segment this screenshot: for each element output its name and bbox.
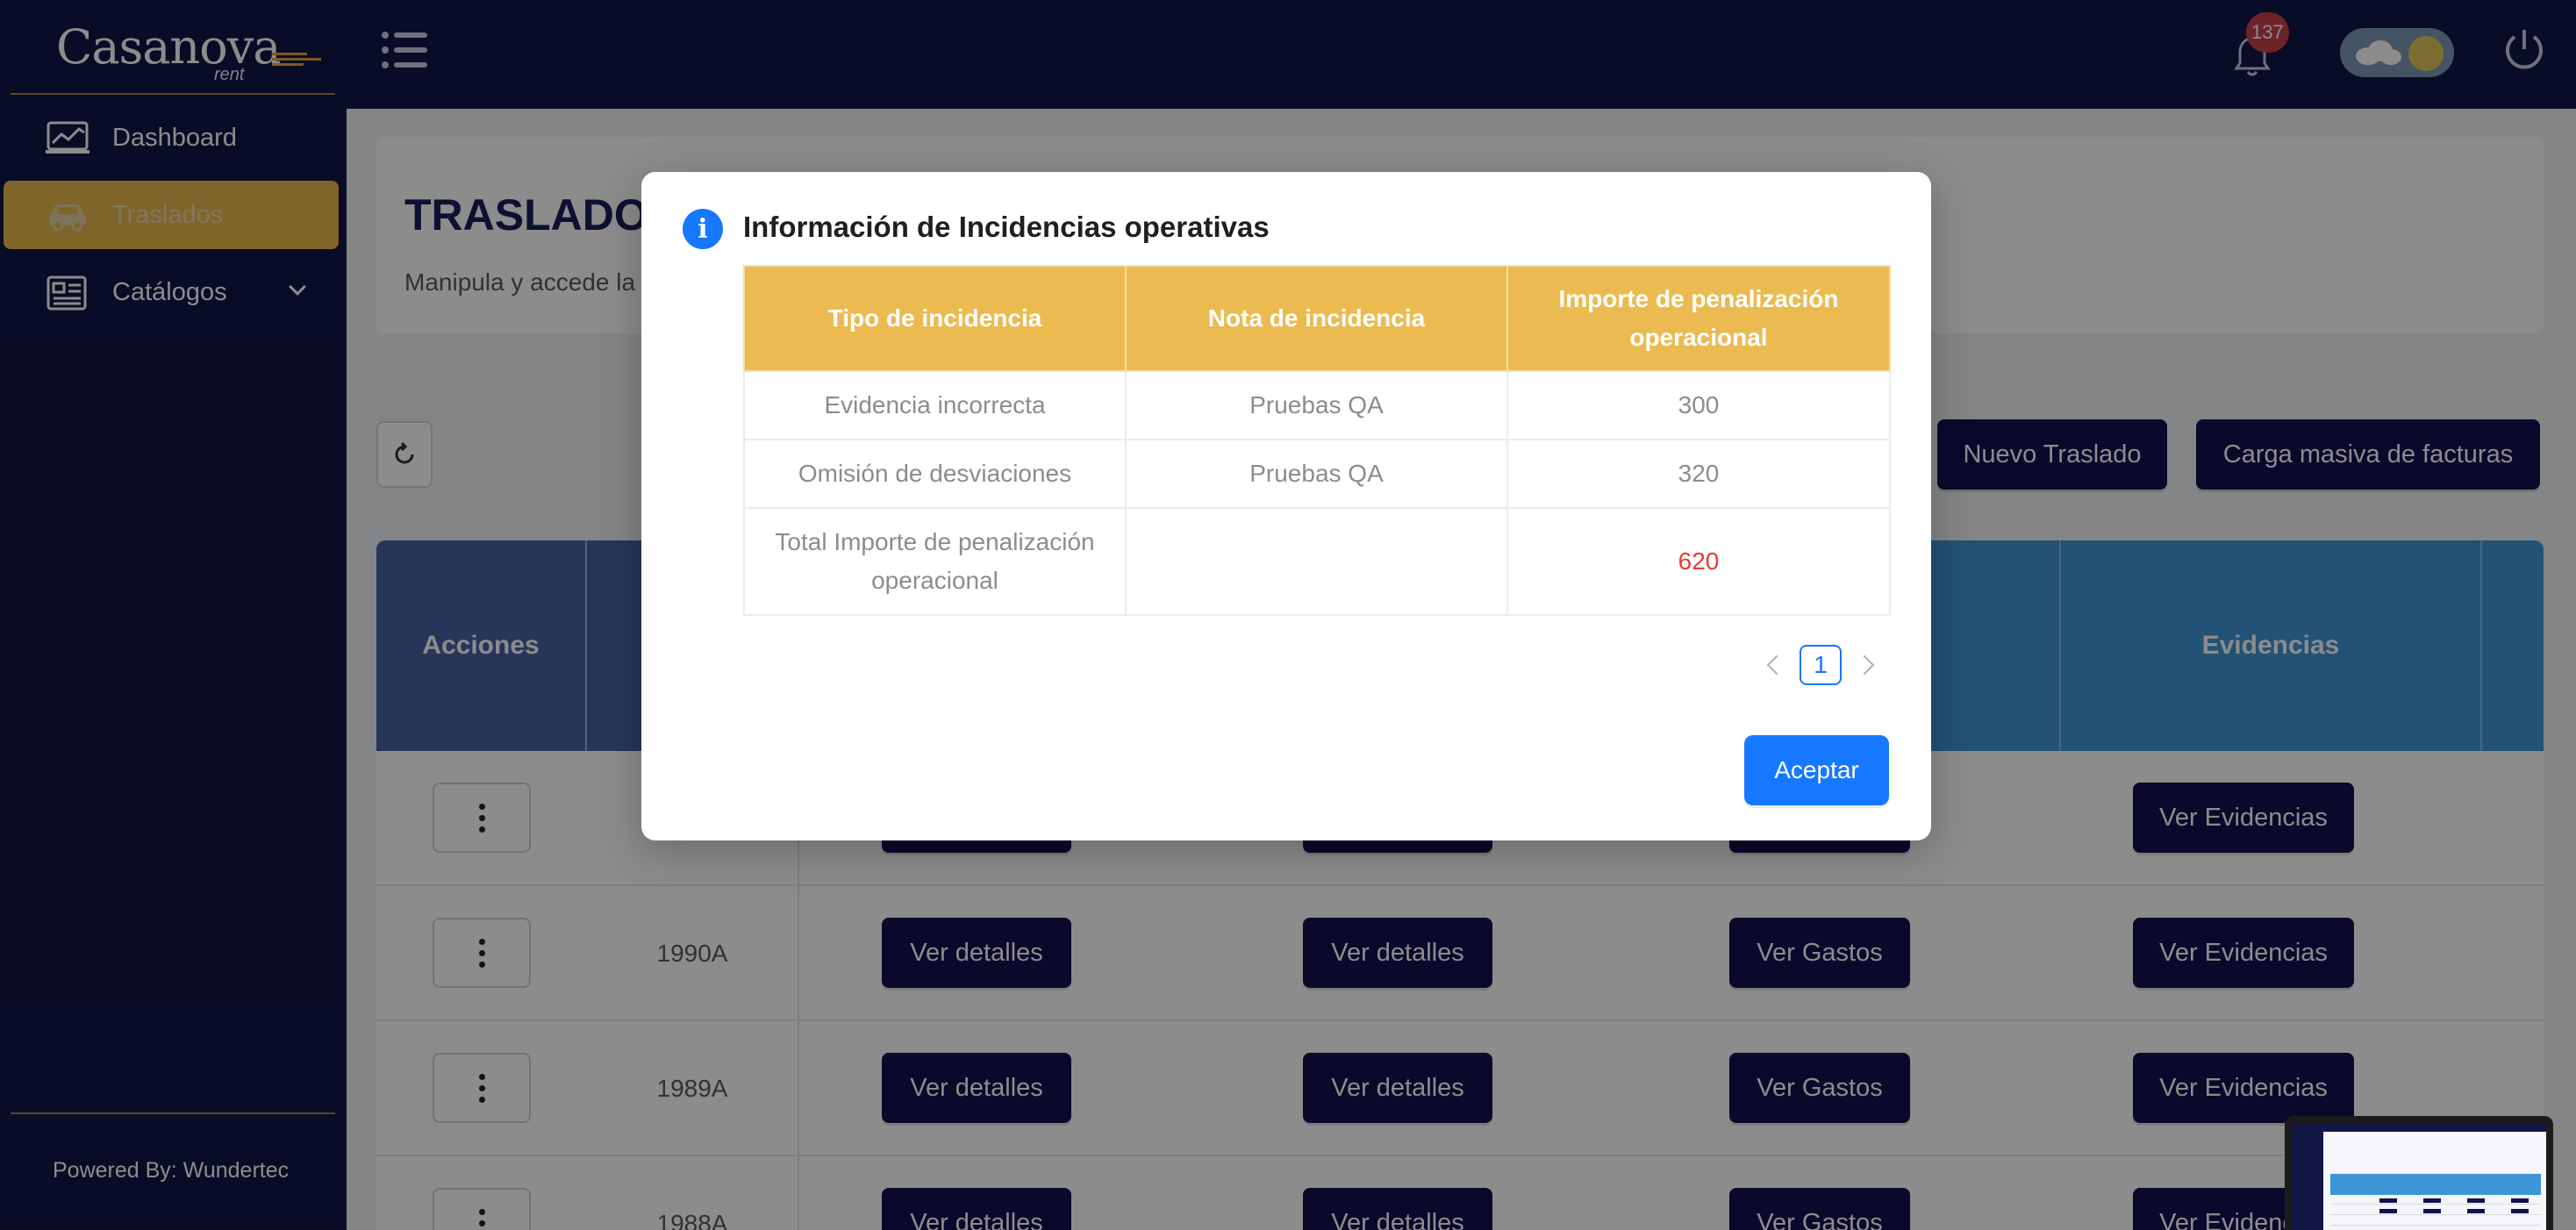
incident-type: Evidencia incorrecta — [743, 370, 1127, 440]
incident-note: Pruebas QA — [1125, 370, 1508, 440]
column-header-incident-note: Nota de incidencia — [1125, 265, 1508, 372]
column-header-incident-type: Tipo de incidencia — [743, 265, 1127, 372]
incident-note: Pruebas QA — [1125, 439, 1508, 509]
incident-type: Omisión de desviaciones — [743, 439, 1127, 509]
pagination: 1 — [1766, 644, 1875, 686]
incidents-modal: i Información de Incidencias operativas … — [641, 172, 1931, 840]
chevron-right-icon[interactable] — [1854, 654, 1875, 676]
total-label: Total Importe de penalización operaciona… — [743, 507, 1127, 616]
incident-row: Omisión de desviaciones Pruebas QA 320 — [743, 439, 1891, 509]
total-note — [1125, 507, 1508, 616]
info-icon: i — [683, 209, 723, 249]
total-penalty-amount: 620 — [1506, 507, 1891, 616]
accept-button[interactable]: Aceptar — [1744, 735, 1889, 805]
incident-row: Evidencia incorrecta Pruebas QA 300 — [743, 370, 1891, 440]
penalty-amount: 300 — [1506, 370, 1891, 440]
incidents-table: Tipo de incidencia Nota de incidencia Im… — [743, 265, 1891, 616]
incidents-table-header: Tipo de incidencia Nota de incidencia Im… — [743, 265, 1891, 372]
total-row: Total Importe de penalización operaciona… — [743, 507, 1891, 616]
screen-preview-thumbnail[interactable] — [2285, 1116, 2553, 1230]
modal-title: Información de Incidencias operativas — [743, 211, 1270, 243]
chevron-left-icon[interactable] — [1766, 654, 1787, 676]
column-header-penalty-amount: Importe de penalización operacional — [1506, 265, 1891, 372]
penalty-amount: 320 — [1506, 439, 1891, 509]
page-number-button[interactable]: 1 — [1800, 645, 1842, 685]
